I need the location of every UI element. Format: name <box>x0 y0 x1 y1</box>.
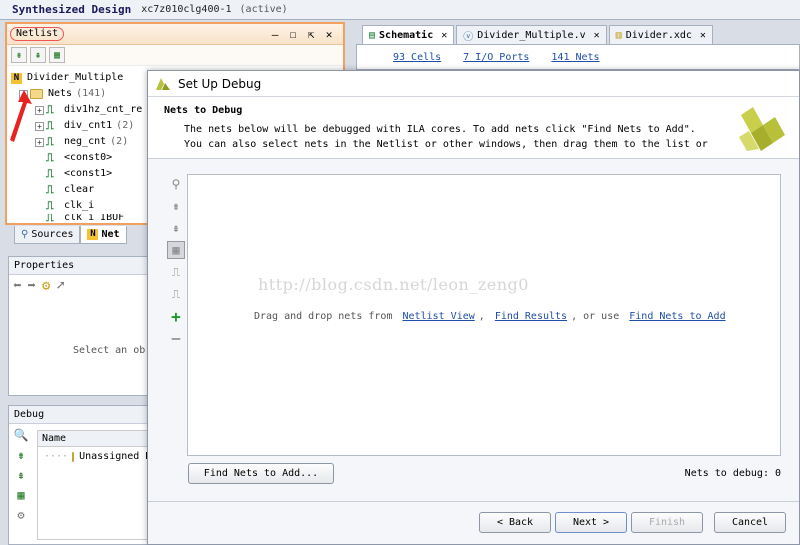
tab-schematic[interactable]: ▤ Schematic ✕ <box>362 25 455 44</box>
expand-all-icon[interactable]: ⇞ <box>17 468 24 482</box>
nets-to-debug-list[interactable]: http://blog.csdn.net/leon_zeng0 Drag and… <box>187 174 781 456</box>
net-list-toolbar: ⚲ ⇟ ⇞ ▦ ⎍ ⎍ + − <box>166 175 186 348</box>
properties-toolbar: ⬅ ➡ ⚙ ➚ <box>9 275 147 297</box>
back-button[interactable]: < Back <box>479 512 551 533</box>
folder-icon <box>72 451 75 462</box>
properties-header: Properties <box>9 257 147 275</box>
net-icon: ⎍ <box>46 150 54 164</box>
forward-arrow-icon[interactable]: ➡ <box>27 278 35 294</box>
debug-row[interactable]: ···· Unassigned D <box>38 447 151 462</box>
find-nets-to-add-button[interactable]: Find Nets to Add... <box>188 463 334 484</box>
debug-header: Debug <box>9 406 147 424</box>
close-icon[interactable]: ✕ <box>594 30 600 41</box>
properties-settings-icon[interactable]: ⚙ <box>42 278 50 294</box>
dialog-heading: Nets to Debug <box>164 105 243 116</box>
cells-link[interactable]: 93 Cells <box>393 52 441 63</box>
back-arrow-icon[interactable]: ⬅ <box>13 278 21 294</box>
netlist-n-icon: N <box>11 72 22 84</box>
pointer-icon[interactable]: ➚ <box>56 278 64 294</box>
expand-all-icon[interactable]: ⇞ <box>167 219 185 237</box>
search-icon[interactable]: 🔍 <box>14 428 29 442</box>
ports-link[interactable]: 7 I/O Ports <box>463 52 529 63</box>
debug-toolbar: 🔍 ⇟ ⇞ ▦ ⚙ <box>11 428 31 522</box>
show-selection-icon[interactable]: ▦ <box>17 488 24 502</box>
probe-type-icon[interactable]: ⎍ <box>167 285 185 303</box>
schematic-icon: ▤ <box>369 29 376 41</box>
show-selection-icon[interactable]: ▦ <box>49 47 65 63</box>
netlist-view-link[interactable]: Netlist View <box>403 311 475 322</box>
netlist-header: Netlist — ☐ ⇱ ✕ <box>7 24 343 45</box>
vivado-logo-icon <box>739 107 785 151</box>
find-results-link[interactable]: Find Results <box>495 311 567 322</box>
verilog-file-icon: ⓥ <box>463 31 474 43</box>
sources-icon: ⚲ <box>21 229 29 240</box>
tab-divider-xdc[interactable]: ▥ Divider.xdc ✕ <box>608 25 713 44</box>
drop-hint: Drag and drop nets from Netlist View, Fi… <box>254 311 726 322</box>
properties-pane: Properties ⬅ ➡ ⚙ ➚ Select an ob <box>8 256 148 396</box>
nets-link[interactable]: 141 Nets <box>551 52 599 63</box>
cancel-button[interactable]: Cancel <box>714 512 786 533</box>
watermark-text: http://blog.csdn.net/leon_zeng0 <box>258 275 529 294</box>
next-button[interactable]: Next > <box>555 512 627 533</box>
expand-icon[interactable]: + <box>35 137 44 147</box>
editor-tabs: ▤ Schematic ✕ ⓥ Divider_Multiple.v ✕ ▥ D… <box>362 25 800 44</box>
debug-column-name[interactable]: Name <box>38 431 151 447</box>
net-icon: ⎍ <box>46 166 54 180</box>
schematic-summary-bar: 93 Cells 7 I/O Ports 141 Nets <box>356 44 800 70</box>
expand-icon[interactable]: + <box>35 121 44 131</box>
clock-domain-icon[interactable]: ⎍ <box>167 263 185 281</box>
left-panel-tabs: ⚲ Sources N Net <box>14 226 154 244</box>
net-icon: ⎍ <box>46 198 54 212</box>
design-title: Synthesized Design <box>12 3 132 16</box>
vivado-logo-icon <box>156 77 170 90</box>
netlist-n-icon: N <box>87 229 99 240</box>
dialog-description-line1: The nets below will be debugged with ILA… <box>184 124 696 135</box>
close-icon[interactable]: ✕ <box>323 28 335 41</box>
gear-icon[interactable]: ⚙ <box>17 508 24 522</box>
netlist-toolbar: ⇟ ⇞ ▦ <box>7 45 343 66</box>
float-icon[interactable]: ⇱ <box>305 28 317 41</box>
dialog-title: Set Up Debug <box>178 76 262 91</box>
bus-net-icon: ⎍ <box>46 118 54 132</box>
expand-all-icon[interactable]: ⇞ <box>30 47 46 63</box>
netlist-title: Netlist <box>10 27 65 41</box>
restore-icon[interactable]: ☐ <box>287 28 299 41</box>
tab-netlist[interactable]: N Net <box>80 226 127 244</box>
annotation-arrow-icon <box>10 90 32 142</box>
close-icon[interactable]: ✕ <box>441 30 447 41</box>
close-icon[interactable]: ✕ <box>700 30 706 41</box>
dialog-header: Nets to Debug The nets below will be deb… <box>148 97 799 159</box>
set-up-debug-dialog: Set Up Debug Nets to Debug The nets belo… <box>147 70 800 545</box>
properties-empty-text: Select an ob <box>73 345 146 356</box>
finish-button[interactable]: Finish <box>631 512 703 533</box>
net-icon: ⎍ <box>46 214 54 222</box>
collapse-all-icon[interactable]: ⇟ <box>167 197 185 215</box>
find-nets-link[interactable]: Find Nets to Add <box>629 311 725 322</box>
nets-to-debug-count: Nets to debug: 0 <box>684 468 781 479</box>
debug-pane: Debug 🔍 ⇟ ⇞ ▦ ⚙ Name ···· Unassigned D <box>8 405 152 545</box>
design-status: (active) <box>239 4 288 15</box>
dialog-button-bar: < Back Next > Finish Cancel <box>148 501 799 544</box>
bus-net-icon: ⎍ <box>46 102 54 116</box>
debug-table: Name ···· Unassigned D <box>37 430 152 540</box>
search-icon[interactable]: ⚲ <box>167 175 185 193</box>
show-selection-icon[interactable]: ▦ <box>167 241 185 259</box>
add-icon[interactable]: + <box>167 307 185 326</box>
dialog-title-bar: Set Up Debug <box>148 71 799 97</box>
tab-divider-multiple-v[interactable]: ⓥ Divider_Multiple.v ✕ <box>456 25 607 44</box>
collapse-all-icon[interactable]: ⇟ <box>11 47 27 63</box>
dialog-description-line2: You can also select nets in the Netlist … <box>184 139 708 150</box>
main-title-bar: Synthesized Design xc7z010clg400-1 (acti… <box>0 0 800 20</box>
constraints-file-icon: ▥ <box>615 29 622 41</box>
remove-icon[interactable]: − <box>167 329 185 348</box>
tab-sources[interactable]: ⚲ Sources <box>14 226 81 244</box>
expand-icon[interactable]: + <box>35 105 44 115</box>
bus-net-icon: ⎍ <box>46 134 54 148</box>
part-name: xc7z010clg400-1 <box>141 4 232 15</box>
collapse-all-icon[interactable]: ⇟ <box>17 448 24 462</box>
minimize-icon[interactable]: — <box>269 28 281 41</box>
net-icon: ⎍ <box>46 182 54 196</box>
